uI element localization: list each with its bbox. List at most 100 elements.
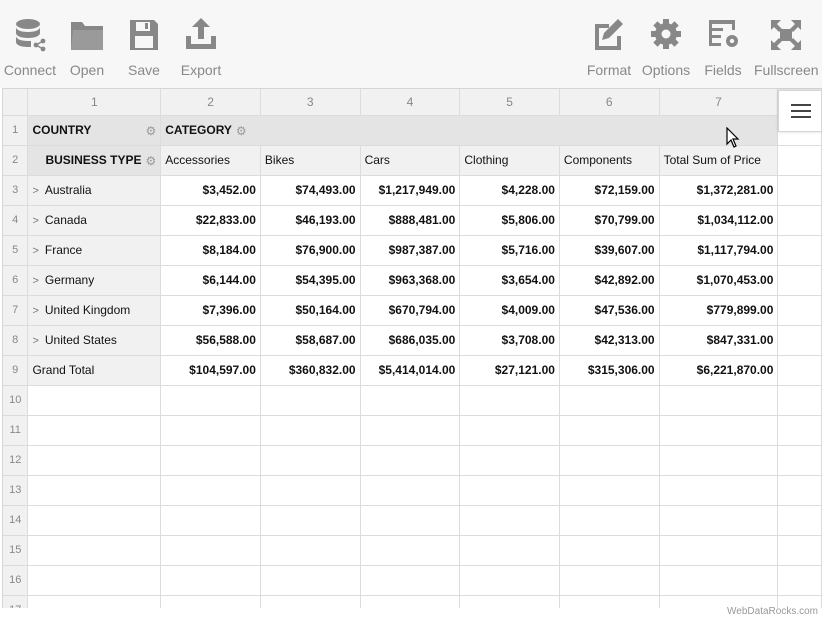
grand-total-cell[interactable]: $5,414,014.00: [360, 355, 461, 386]
value-cell[interactable]: $74,493.00: [260, 175, 361, 206]
value-cell[interactable]: $1,217,949.00: [360, 175, 461, 206]
column-number[interactable]: 5: [459, 89, 560, 116]
value-cell[interactable]: $22,833.00: [160, 205, 261, 236]
value-cell[interactable]: $46,193.00: [260, 205, 361, 236]
row-label: Canada: [44, 213, 87, 227]
fullscreen-button[interactable]: Fullscreen: [754, 14, 819, 82]
hamburger-icon: [791, 104, 811, 106]
value-cell[interactable]: $6,144.00: [160, 265, 261, 296]
value-cell[interactable]: $7,396.00: [160, 295, 261, 326]
total-header[interactable]: Total Sum of Price: [659, 145, 779, 176]
value-cell[interactable]: $3,452.00: [160, 175, 261, 206]
gear-icon[interactable]: ⚙: [236, 124, 247, 138]
menu-button[interactable]: [778, 90, 822, 132]
country-filter-label: COUNTRY: [32, 122, 92, 137]
row-header[interactable]: > United States: [27, 325, 162, 356]
value-cell[interactable]: $56,588.00: [160, 325, 261, 356]
chevron-right-icon[interactable]: >: [32, 275, 38, 287]
grand-total-label[interactable]: Grand Total: [27, 355, 162, 386]
value-cell[interactable]: $987,387.00: [360, 235, 461, 266]
value-cell[interactable]: $42,892.00: [559, 265, 660, 296]
grand-total-cell[interactable]: $27,121.00: [459, 355, 560, 386]
value-cell[interactable]: $39,607.00: [559, 235, 660, 266]
value-cell[interactable]: $54,395.00: [260, 265, 361, 296]
column-number[interactable]: 3: [260, 89, 361, 116]
value-cell[interactable]: $888,481.00: [360, 205, 461, 236]
value-cell[interactable]: $4,228.00: [459, 175, 560, 206]
total-cell[interactable]: $779,899.00: [659, 295, 779, 326]
total-cell[interactable]: $1,372,281.00: [659, 175, 779, 206]
export-button[interactable]: Export: [178, 14, 224, 82]
column-number[interactable]: 6: [559, 89, 660, 116]
value-cell[interactable]: $8,184.00: [160, 235, 261, 266]
chevron-right-icon[interactable]: >: [32, 305, 38, 317]
value-cell[interactable]: $3,708.00: [459, 325, 560, 356]
fields-button[interactable]: Fields: [702, 14, 744, 82]
grand-total-cell[interactable]: $6,221,870.00: [659, 355, 779, 386]
total-cell[interactable]: $1,070,453.00: [659, 265, 779, 296]
empty-cell: [360, 535, 461, 566]
row-number: 17: [3, 595, 29, 608]
empty-cell: [260, 475, 361, 506]
empty-cell: [659, 475, 779, 506]
category-header[interactable]: Clothing: [459, 145, 560, 176]
value-cell[interactable]: $5,806.00: [459, 205, 560, 236]
options-button[interactable]: Options: [640, 14, 692, 82]
table-row: 8 > United States $56,588.00 $58,687.00 $…: [3, 325, 822, 356]
category-header[interactable]: Components: [559, 145, 660, 176]
row-header[interactable]: > Canada: [27, 205, 162, 236]
row-number: 15: [3, 535, 29, 566]
row-number: 1: [3, 115, 29, 146]
total-cell[interactable]: $1,034,112.00: [659, 205, 779, 236]
category-header[interactable]: Bikes: [260, 145, 361, 176]
value-cell[interactable]: $3,654.00: [459, 265, 560, 296]
chevron-right-icon[interactable]: >: [32, 245, 38, 257]
category-header[interactable]: Accessories: [160, 145, 261, 176]
empty-cell: [777, 175, 822, 206]
format-button[interactable]: Format: [586, 14, 632, 82]
chevron-right-icon[interactable]: >: [32, 185, 38, 197]
row-header[interactable]: > Australia: [27, 175, 162, 206]
category-header[interactable]: Cars: [360, 145, 461, 176]
column-number[interactable]: 1: [27, 89, 162, 116]
value-cell[interactable]: $686,035.00: [360, 325, 461, 356]
gear-icon[interactable]: ⚙: [145, 124, 156, 138]
value-cell[interactable]: $70,799.00: [559, 205, 660, 236]
connect-button[interactable]: Connect: [2, 14, 58, 82]
value-cell[interactable]: $4,009.00: [459, 295, 560, 326]
total-cell[interactable]: $847,331.00: [659, 325, 779, 356]
empty-cell: [27, 415, 162, 446]
value-cell[interactable]: $76,900.00: [260, 235, 361, 266]
column-number[interactable]: 4: [360, 89, 461, 116]
row-header[interactable]: > United Kingdom: [27, 295, 162, 326]
value-cell[interactable]: $72,159.00: [559, 175, 660, 206]
column-number[interactable]: 2: [160, 89, 261, 116]
gear-icon[interactable]: ⚙: [145, 154, 156, 168]
export-icon: [186, 18, 216, 49]
value-cell[interactable]: $5,716.00: [459, 235, 560, 266]
value-cell[interactable]: $58,687.00: [260, 325, 361, 356]
value-cell[interactable]: $47,536.00: [559, 295, 660, 326]
value-cell[interactable]: $50,164.00: [260, 295, 361, 326]
grand-total-cell[interactable]: $104,597.00: [160, 355, 261, 386]
category-filter[interactable]: CATEGORY ⚙: [160, 115, 779, 146]
save-button[interactable]: Save: [124, 14, 164, 82]
value-cell[interactable]: $42,313.00: [559, 325, 660, 356]
column-number[interactable]: 7: [659, 89, 779, 116]
total-cell[interactable]: $1,117,794.00: [659, 235, 779, 266]
chevron-right-icon[interactable]: >: [32, 335, 38, 347]
row-header[interactable]: > France: [27, 235, 162, 266]
country-filter[interactable]: COUNTRY ⚙: [27, 115, 162, 146]
row-number: 14: [3, 505, 29, 536]
empty-row: 13: [3, 475, 822, 506]
open-button[interactable]: Open: [66, 14, 108, 82]
value-cell[interactable]: $963,368.00: [360, 265, 461, 296]
row-header[interactable]: > Germany: [27, 265, 162, 296]
business-type-header[interactable]: BUSINESS TYPE ⚙: [27, 145, 162, 176]
empty-cell: [27, 385, 162, 416]
value-cell[interactable]: $670,794.00: [360, 295, 461, 326]
empty-cell: [360, 415, 461, 446]
grand-total-cell[interactable]: $360,832.00: [260, 355, 361, 386]
chevron-right-icon[interactable]: >: [32, 215, 38, 227]
grand-total-cell[interactable]: $315,306.00: [559, 355, 660, 386]
